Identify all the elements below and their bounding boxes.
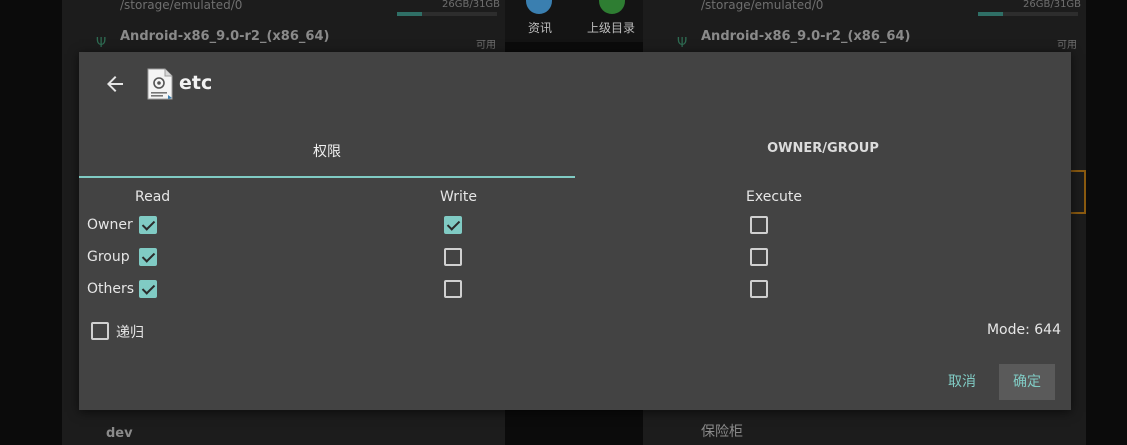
- row-owner-label: Owner: [87, 217, 133, 233]
- tab-owner-group-label: OWNER/GROUP: [767, 141, 879, 156]
- left-storage-path: /storage/emulated/0: [120, 0, 243, 12]
- right-available-label: 可用: [1057, 40, 1077, 51]
- left-device-name[interactable]: Android-x86_9.0-r2_(x86_64): [120, 29, 329, 44]
- right-storage-bar: [978, 12, 1078, 16]
- tab-permissions[interactable]: 权限: [79, 138, 575, 178]
- others-execute-checkbox[interactable]: [750, 280, 768, 298]
- back-arrow-icon[interactable]: [103, 72, 127, 96]
- recursive-checkbox[interactable]: [91, 322, 109, 340]
- recursive-label: 递归: [116, 325, 144, 341]
- row-group-label: Group: [87, 249, 130, 265]
- right-device-name[interactable]: Android-x86_9.0-r2_(x86_64): [701, 29, 910, 44]
- toolbar-info-label[interactable]: 资讯: [528, 19, 552, 36]
- group-write-checkbox[interactable]: [444, 248, 462, 266]
- selection-highlight: [1070, 170, 1086, 214]
- up-directory-icon: [599, 0, 625, 14]
- right-storage-path: /storage/emulated/0: [701, 0, 824, 12]
- row-others-label: Others: [87, 281, 135, 297]
- ok-button[interactable]: 确定: [999, 364, 1055, 400]
- toolbar-up-label[interactable]: 上级目录: [587, 19, 635, 36]
- usb-icon: Ψ: [677, 36, 688, 51]
- tab-owner-group[interactable]: OWNER/GROUP: [575, 138, 1071, 178]
- left-available-label: 可用: [476, 40, 496, 51]
- mode-value: Mode: 644: [986, 322, 1061, 338]
- right-storage-size: 26GB/31GB: [1023, 0, 1082, 10]
- left-storage-size: 26GB/31GB: [442, 0, 501, 10]
- info-icon: [526, 0, 552, 14]
- usb-icon: Ψ: [96, 36, 107, 51]
- owner-read-checkbox[interactable]: [139, 216, 157, 234]
- column-read: Read: [135, 189, 171, 205]
- owner-execute-checkbox[interactable]: [750, 216, 768, 234]
- permissions-dialog: etc 权限 OWNER/GROUP Read Write Execute Ow…: [79, 52, 1071, 410]
- tab-permissions-label: 权限: [313, 144, 341, 160]
- left-storage-bar: [397, 12, 497, 16]
- column-execute: Execute: [746, 189, 802, 205]
- left-bottom-item[interactable]: dev: [106, 426, 133, 441]
- right-bottom-item[interactable]: 保险柜: [701, 421, 743, 441]
- dialog-title: etc: [179, 72, 213, 94]
- owner-write-checkbox[interactable]: [444, 216, 462, 234]
- group-execute-checkbox[interactable]: [750, 248, 768, 266]
- others-read-checkbox[interactable]: [139, 280, 157, 298]
- column-write: Write: [440, 189, 477, 205]
- config-file-icon: [147, 68, 173, 100]
- others-write-checkbox[interactable]: [444, 280, 462, 298]
- cancel-button[interactable]: 取消: [937, 364, 987, 400]
- middle-toolbar: 资讯 上级目录: [505, 0, 643, 42]
- group-read-checkbox[interactable]: [139, 248, 157, 266]
